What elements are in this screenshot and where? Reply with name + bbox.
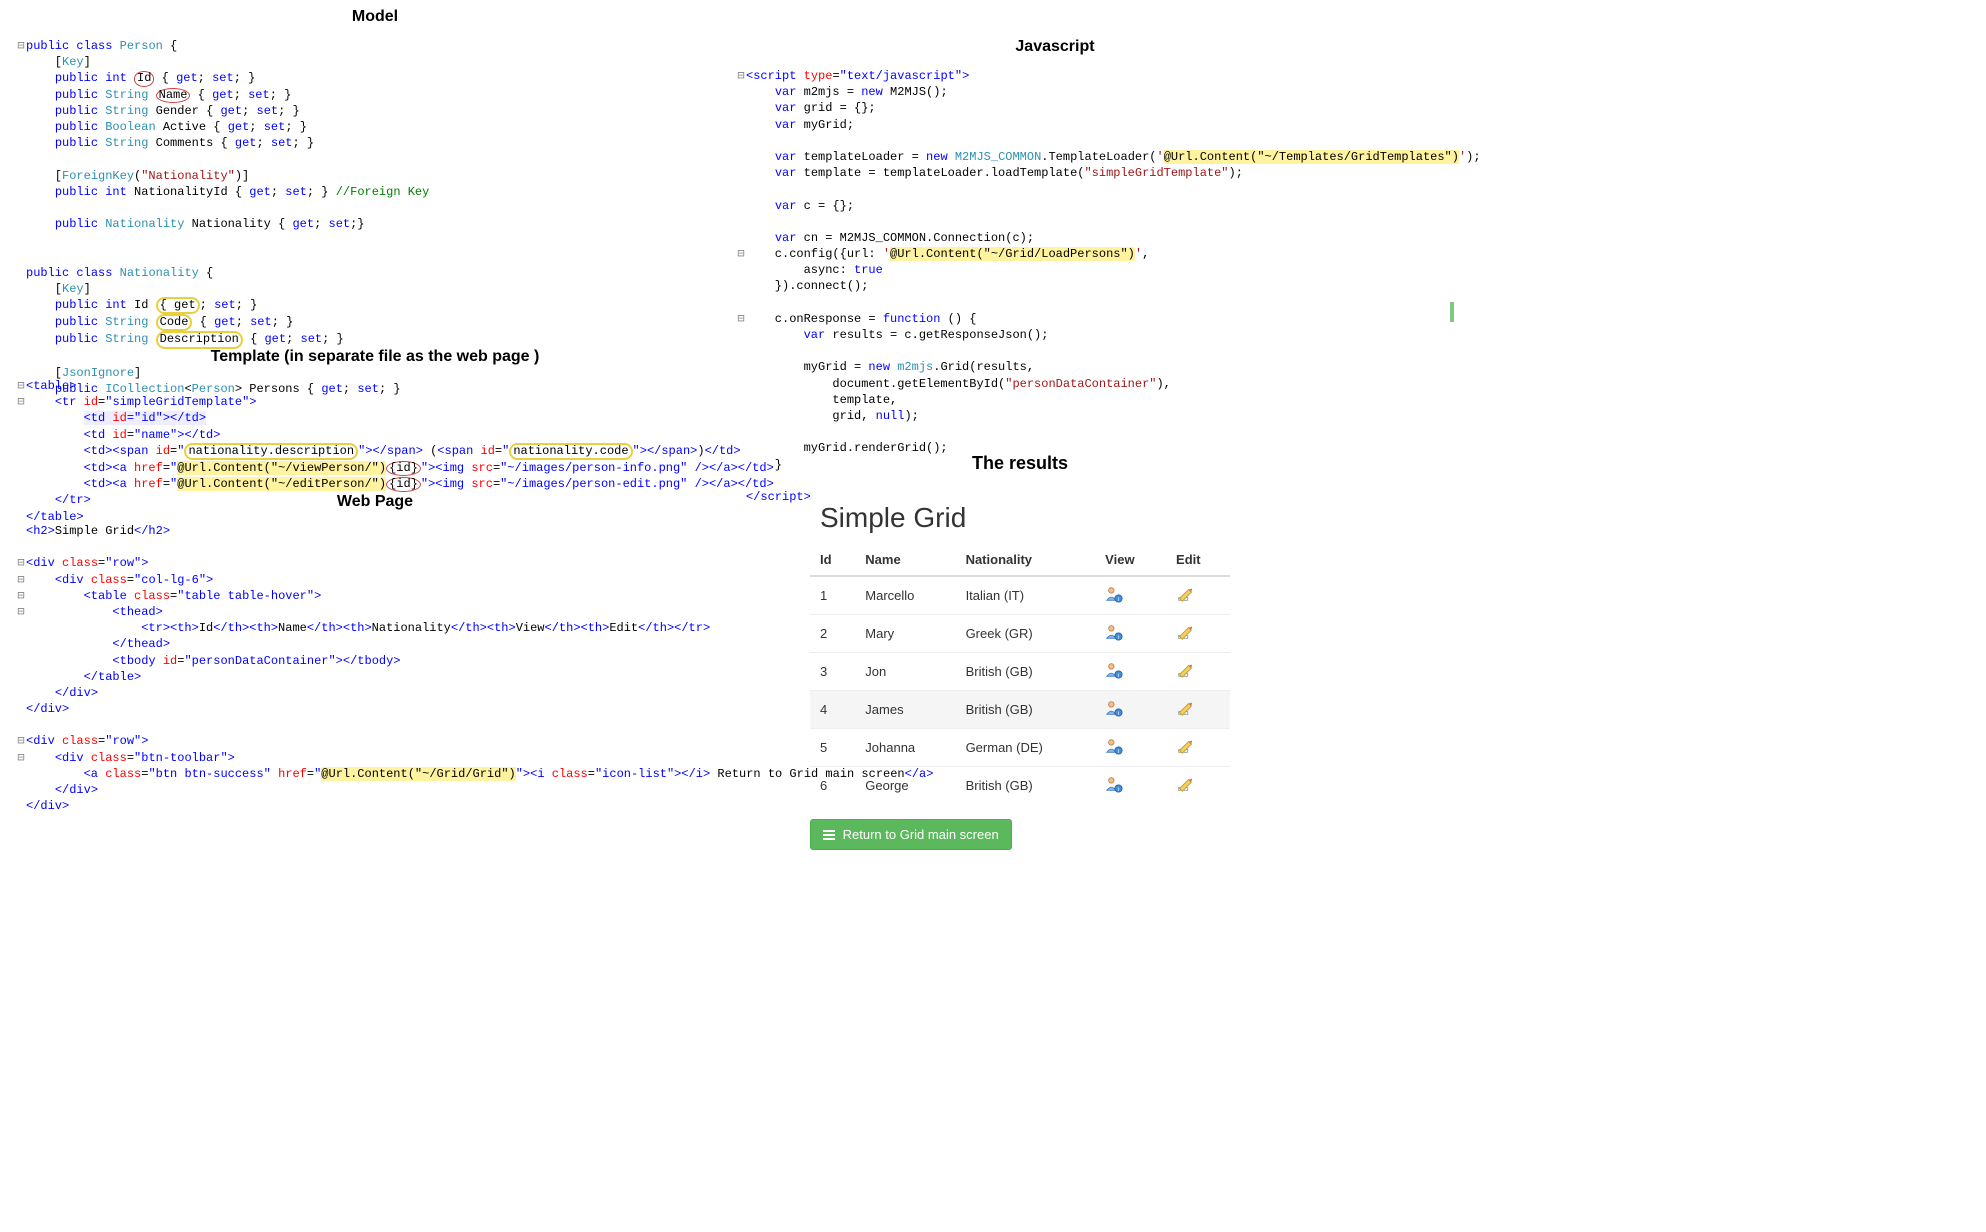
webpage-code: <h2>Simple Grid</h2> ⊟<div class="row"> …: [0, 519, 750, 818]
edit-link[interactable]: [1176, 591, 1194, 606]
cell-id: 5: [810, 729, 855, 767]
col-view: View: [1095, 544, 1166, 576]
results-title: Simple Grid: [820, 502, 1230, 534]
cell-nationality: Italian (IT): [956, 576, 1096, 615]
person-edit-icon: [1176, 705, 1194, 720]
person-info-icon: i: [1105, 667, 1123, 682]
edit-link[interactable]: [1176, 667, 1194, 682]
svg-text:i: i: [1118, 635, 1119, 641]
person-info-icon: i: [1105, 743, 1123, 758]
cell-nationality: German (DE): [956, 729, 1096, 767]
edit-link[interactable]: [1176, 705, 1194, 720]
webpage-heading: Web Page: [0, 485, 750, 519]
cell-name: James: [855, 691, 955, 729]
javascript-code: ⊟<script type="text/javascript"> var m2m…: [720, 64, 1390, 509]
col-edit: Edit: [1166, 544, 1230, 576]
cell-id: 1: [810, 576, 855, 615]
svg-text:i: i: [1118, 749, 1119, 755]
table-row[interactable]: 6GeorgeBritish (GB) i: [810, 767, 1230, 805]
table-row[interactable]: 4JamesBritish (GB) i: [810, 691, 1230, 729]
col-nat: Nationality: [956, 544, 1096, 576]
person-info-icon: i: [1105, 629, 1123, 644]
javascript-panel: Javascript ⊟<script type="text/javascrip…: [720, 30, 1390, 509]
person-edit-icon: [1176, 781, 1194, 796]
view-link[interactable]: i: [1105, 591, 1123, 606]
col-id: Id: [810, 544, 855, 576]
table-row[interactable]: 5JohannaGerman (DE) i: [810, 729, 1230, 767]
cell-id: 3: [810, 653, 855, 691]
edit-marker: [1450, 302, 1454, 322]
view-link[interactable]: i: [1105, 743, 1123, 758]
person-info-icon: i: [1105, 781, 1123, 796]
edit-link[interactable]: [1176, 629, 1194, 644]
view-link[interactable]: i: [1105, 705, 1123, 720]
model-heading: Model: [0, 0, 750, 34]
table-header-row: Id Name Nationality View Edit: [810, 544, 1230, 576]
svg-text:i: i: [1118, 787, 1119, 793]
person-edit-icon: [1176, 591, 1194, 606]
cell-id: 4: [810, 691, 855, 729]
edit-link[interactable]: [1176, 781, 1194, 796]
table-row[interactable]: 3JonBritish (GB) i: [810, 653, 1230, 691]
cell-nationality: British (GB): [956, 691, 1096, 729]
col-name: Name: [855, 544, 955, 576]
svg-text:i: i: [1118, 597, 1119, 603]
return-button-label: Return to Grid main screen: [843, 827, 999, 842]
view-link[interactable]: i: [1105, 629, 1123, 644]
person-edit-icon: [1176, 629, 1194, 644]
person-info-icon: i: [1105, 705, 1123, 720]
table-row[interactable]: 1MarcelloItalian (IT) i: [810, 576, 1230, 615]
return-button[interactable]: Return to Grid main screen: [810, 819, 1012, 850]
cell-nationality: Greek (GR): [956, 615, 1096, 653]
person-edit-icon: [1176, 743, 1194, 758]
cell-name: Marcello: [855, 576, 955, 615]
view-link[interactable]: i: [1105, 667, 1123, 682]
cell-nationality: British (GB): [956, 653, 1096, 691]
cell-name: George: [855, 767, 955, 805]
cell-id: 2: [810, 615, 855, 653]
template-heading: Template (in separate file as the web pa…: [0, 340, 750, 374]
results-heading: The results: [810, 445, 1230, 482]
person-info-icon: i: [1105, 591, 1123, 606]
cell-id: 6: [810, 767, 855, 805]
svg-text:i: i: [1118, 711, 1119, 717]
webpage-panel: Web Page <h2>Simple Grid</h2> ⊟<div clas…: [0, 485, 750, 818]
javascript-heading: Javascript: [720, 30, 1390, 64]
cell-name: Jon: [855, 653, 955, 691]
cell-name: Johanna: [855, 729, 955, 767]
edit-link[interactable]: [1176, 743, 1194, 758]
cell-name: Mary: [855, 615, 955, 653]
view-link[interactable]: i: [1105, 781, 1123, 796]
cell-nationality: British (GB): [956, 767, 1096, 805]
results-table: Id Name Nationality View Edit 1MarcelloI…: [810, 544, 1230, 804]
person-edit-icon: [1176, 667, 1194, 682]
table-row[interactable]: 2MaryGreek (GR) i: [810, 615, 1230, 653]
svg-text:i: i: [1118, 673, 1119, 679]
list-icon: [823, 827, 839, 842]
results-panel: The results Simple Grid Id Name National…: [810, 445, 1230, 850]
